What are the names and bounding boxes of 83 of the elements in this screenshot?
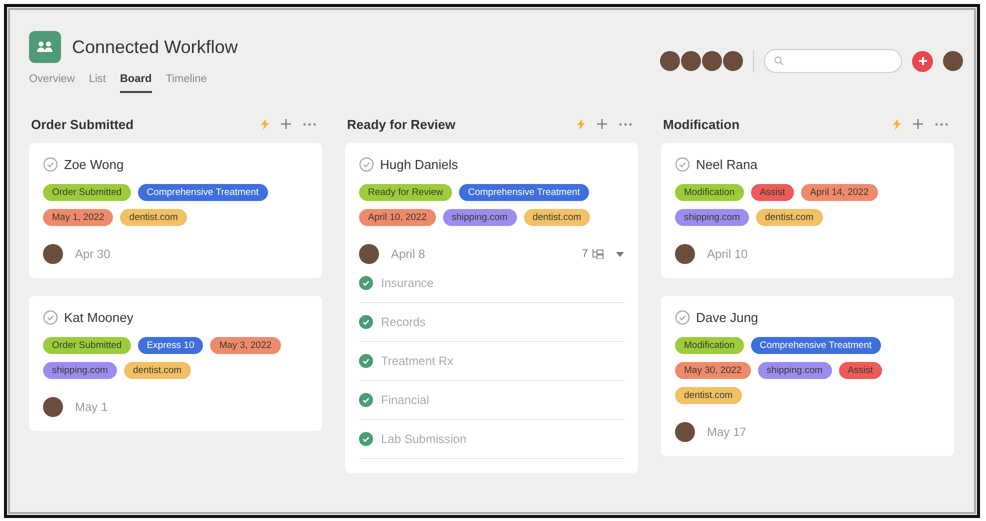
- task-card[interactable]: Hugh Daniels Ready for Review Comprehensive Treatment April 10, 2022 shipping.com dentist.com April 8 7 Insurance Records Treatment Rx Financial Lab Submission: [345, 143, 638, 473]
- project-logo-icon: [29, 31, 61, 63]
- subtask-check-icon[interactable]: [359, 393, 373, 407]
- task-card[interactable]: Zoe Wong Order Submitted Comprehensive Treatment May 1, 2022 dentist.com Apr 30: [29, 143, 322, 278]
- due-date: May 17: [707, 425, 748, 439]
- tag: Order Submitted: [43, 184, 131, 201]
- subtask-label: Financial: [381, 393, 430, 407]
- column-title: Order Submitted: [31, 116, 134, 132]
- tag: Modification: [675, 337, 744, 354]
- complete-check-icon[interactable]: [675, 157, 690, 172]
- assignee-avatar[interactable]: [675, 244, 695, 264]
- member-avatar[interactable]: [660, 51, 680, 71]
- tag: Comprehensive Treatment: [750, 337, 881, 354]
- tag: Ready for Review: [359, 184, 452, 201]
- column-title: Modification: [663, 116, 740, 132]
- task-card[interactable]: Kat Mooney Order Submitted Express 10 May 3, 2022 shipping.com dentist.com May 1: [29, 296, 322, 431]
- assignee-avatar[interactable]: [359, 244, 379, 264]
- subtask-label: Insurance: [381, 276, 434, 290]
- assignee-avatar[interactable]: [675, 422, 695, 442]
- assignee-avatar[interactable]: [43, 244, 63, 264]
- search-field[interactable]: [764, 49, 902, 73]
- add-icon[interactable]: [597, 119, 607, 129]
- tag: dentist.com: [120, 209, 187, 226]
- subtask-label: Records: [381, 315, 426, 329]
- due-date: April 10: [707, 247, 749, 261]
- subtask-icon: [592, 249, 604, 259]
- project-title: Connected Workflow: [72, 36, 238, 58]
- task-name: Hugh Daniels: [380, 157, 458, 172]
- more-icon[interactable]: [303, 122, 316, 126]
- tag: Express 10: [138, 337, 204, 354]
- member-avatar[interactable]: [702, 51, 722, 71]
- tag: shipping.com: [442, 209, 517, 226]
- tag: Assist: [750, 184, 794, 201]
- tag: April 14, 2022: [801, 184, 878, 201]
- task-name: Kat Mooney: [64, 310, 134, 325]
- task-name: Dave Jung: [696, 310, 758, 325]
- member-avatar[interactable]: [723, 51, 743, 71]
- subtask-check-icon[interactable]: [359, 432, 373, 446]
- tag: May 30, 2022: [675, 362, 751, 379]
- complete-check-icon[interactable]: [675, 310, 690, 325]
- view-tab[interactable]: Board: [120, 73, 152, 93]
- caret-icon[interactable]: [616, 252, 624, 256]
- subtask-check-icon[interactable]: [359, 354, 373, 368]
- complete-check-icon[interactable]: [43, 310, 58, 325]
- subtask-label: Lab Submission: [381, 432, 466, 446]
- add-icon[interactable]: [912, 50, 933, 72]
- tag: shipping.com: [758, 362, 832, 379]
- add-icon[interactable]: [913, 119, 923, 129]
- task-name: Neel Rana: [696, 157, 758, 172]
- tag: Order Submitted: [43, 337, 131, 354]
- user-avatar[interactable]: [943, 51, 963, 71]
- tag: Comprehensive Treatment: [458, 184, 589, 201]
- tag: May 1, 2022: [43, 209, 114, 226]
- tag: May 3, 2022: [210, 337, 281, 354]
- tag: Comprehensive Treatment: [138, 184, 268, 201]
- subtask-check-icon[interactable]: [359, 315, 373, 329]
- tag: dentist.com: [675, 387, 742, 404]
- task-card[interactable]: Dave Jung Modification Comprehensive Treatment May 30, 2022 shipping.com Assist dentist.com May 17: [661, 296, 954, 456]
- due-date: Apr 30: [75, 247, 112, 261]
- subtask-label: Treatment Rx: [381, 354, 454, 368]
- task-name: Zoe Wong: [64, 157, 124, 172]
- tag: dentist.com: [756, 209, 823, 226]
- subtask-check-icon[interactable]: [359, 276, 373, 290]
- tag: shipping.com: [675, 209, 749, 226]
- tag: Modification: [675, 184, 744, 201]
- due-date: May 1: [75, 400, 109, 414]
- tag: dentist.com: [524, 209, 590, 226]
- task-card[interactable]: Neel Rana Modification Assist April 14, 2022 shipping.com dentist.com April 10: [661, 143, 954, 278]
- member-avatar[interactable]: [681, 51, 701, 71]
- search-icon: [774, 56, 784, 66]
- more-icon[interactable]: [935, 122, 948, 126]
- complete-check-icon[interactable]: [43, 157, 58, 172]
- add-icon[interactable]: [281, 119, 291, 129]
- more-icon[interactable]: [619, 122, 632, 126]
- tag: April 10, 2022: [359, 209, 436, 226]
- assignee-avatar[interactable]: [43, 397, 63, 417]
- column-title: Ready for Review: [347, 116, 456, 132]
- tag: dentist.com: [124, 362, 191, 379]
- tag: shipping.com: [43, 362, 117, 379]
- complete-check-icon[interactable]: [359, 157, 374, 172]
- subtask-count[interactable]: 7: [582, 248, 588, 260]
- due-date: April 8: [391, 247, 426, 261]
- tag: Assist: [838, 362, 882, 379]
